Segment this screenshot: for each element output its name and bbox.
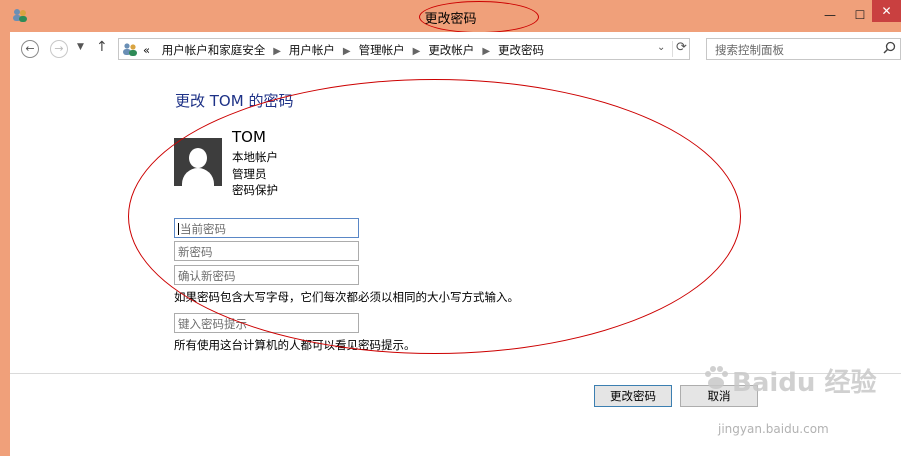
breadcrumb-separator-icon[interactable]: ▶ — [474, 46, 498, 57]
title-bar: 更改密码 — ☐ ✕ — [0, 0, 901, 33]
refresh-icon[interactable]: ⟳ — [676, 40, 687, 55]
breadcrumb-item[interactable]: 更改密码 — [498, 43, 544, 57]
chevron-down-icon[interactable]: ⌄ — [657, 42, 665, 53]
search-icon[interactable] — [883, 41, 896, 58]
window-client: ← → ▼ ↑ « 用户帐户和家庭安全 ▶ 用户帐户 ▶ 管理帐户 ▶ 更改帐户 ▶ 更改密码 … — [10, 32, 901, 456]
breadcrumb-overflow[interactable]: « — [143, 43, 150, 57]
baidu-watermark: Baidu 经验 jingyan.baidu.com — [702, 358, 901, 436]
breadcrumb-separator-icon[interactable]: ▶ — [265, 46, 289, 57]
title-annotation-circle — [419, 1, 539, 33]
watermark-brand: Baidu 经验 — [732, 368, 877, 398]
control-panel-icon — [122, 42, 138, 56]
maximize-button[interactable]: ☐ — [845, 6, 875, 24]
breadcrumb: « 用户帐户和家庭安全 ▶ 用户帐户 ▶ 管理帐户 ▶ 更改帐户 ▶ 更改密码 — [143, 42, 544, 58]
paw-icon — [705, 366, 728, 389]
back-button[interactable]: ← — [21, 40, 39, 58]
navigation-bar: ← → ▼ ↑ « 用户帐户和家庭安全 ▶ 用户帐户 ▶ 管理帐户 ▶ 更改帐户 ▶ 更改密码 … — [10, 32, 901, 66]
search-box[interactable]: 搜索控制面板 — [706, 38, 901, 60]
breadcrumb-separator-icon[interactable]: ▶ — [405, 46, 429, 57]
content-annotation-circle — [128, 79, 741, 354]
address-divider — [672, 41, 673, 57]
close-button[interactable]: ✕ — [872, 0, 901, 22]
watermark-url: jingyan.baidu.com — [718, 422, 829, 436]
forward-button[interactable]: → — [50, 40, 68, 58]
breadcrumb-item[interactable]: 用户帐户 — [289, 43, 335, 57]
minimize-button[interactable]: — — [815, 6, 845, 24]
address-bar[interactable]: « 用户帐户和家庭安全 ▶ 用户帐户 ▶ 管理帐户 ▶ 更改帐户 ▶ 更改密码 ⌄ ⟳ — [118, 38, 690, 60]
breadcrumb-item[interactable]: 用户帐户和家庭安全 — [154, 43, 266, 57]
change-password-button[interactable]: 更改密码 — [594, 385, 672, 407]
breadcrumb-item[interactable]: 管理帐户 — [359, 43, 405, 57]
breadcrumb-item[interactable]: 更改帐户 — [428, 43, 474, 57]
breadcrumb-separator-icon[interactable]: ▶ — [335, 46, 359, 57]
up-button[interactable]: ↑ — [96, 39, 108, 55]
search-input[interactable]: 搜索控制面板 — [715, 42, 784, 58]
recent-pages-dropdown[interactable]: ▼ — [77, 42, 84, 52]
